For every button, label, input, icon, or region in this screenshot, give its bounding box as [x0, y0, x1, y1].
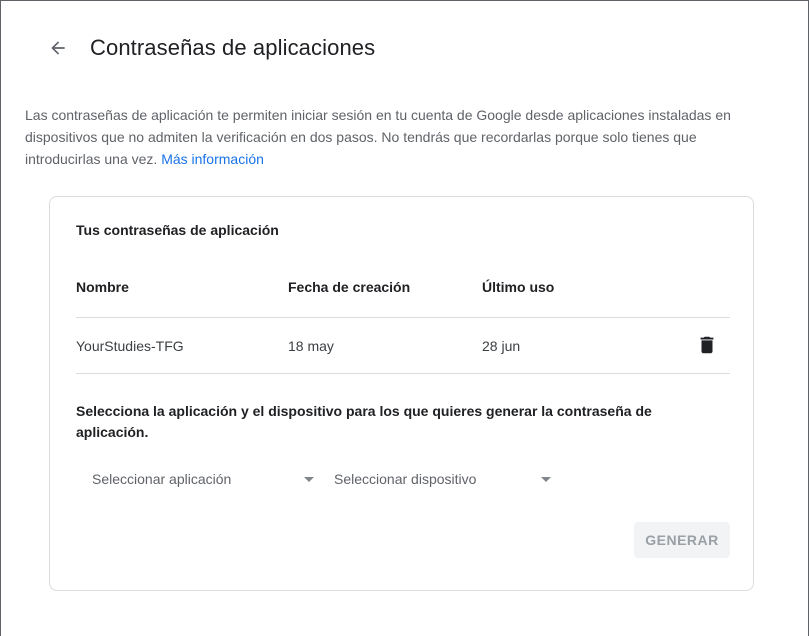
device-select-label: Seleccionar dispositivo [334, 471, 477, 487]
device-select-dropdown[interactable]: Seleccionar dispositivo [334, 465, 551, 493]
row-created-date: 18 may [288, 338, 334, 354]
generate-instructions: Selecciona la aplicación y el dispositiv… [76, 403, 652, 440]
column-header-created: Fecha de creación [288, 279, 411, 295]
intro-description: Las contraseñas de aplicación te permite… [25, 104, 745, 170]
row-app-name: YourStudies-TFG [76, 338, 184, 354]
app-select-label: Seleccionar aplicación [92, 471, 232, 487]
table-divider-bottom [76, 373, 730, 374]
window-border-left [0, 0, 1, 636]
dropdown-arrow-icon [304, 476, 314, 482]
page-header: Contraseñas de aplicaciones [46, 32, 375, 64]
card-title: Tus contraseñas de aplicación [76, 222, 279, 238]
back-button[interactable] [46, 36, 70, 60]
page-title: Contraseñas de aplicaciones [90, 35, 376, 60]
column-header-last-used: Último uso [482, 279, 555, 295]
intro-text: Las contraseñas de aplicación te permite… [25, 107, 731, 167]
column-header-name: Nombre [76, 279, 129, 295]
trash-icon [700, 336, 714, 354]
table-divider-top [76, 317, 730, 318]
dropdown-arrow-icon [541, 476, 551, 482]
arrow-back-icon [51, 41, 65, 55]
app-passwords-card: Tus contraseñas de aplicación Nombre Fec… [49, 196, 754, 591]
app-select-dropdown[interactable]: Seleccionar aplicación [92, 465, 314, 493]
row-last-used: 28 jun [482, 338, 521, 354]
more-info-link[interactable]: Más información [161, 151, 264, 167]
delete-button[interactable] [695, 333, 719, 357]
generate-button[interactable]: GENERAR [634, 522, 730, 558]
window-border-top [0, 0, 809, 1]
